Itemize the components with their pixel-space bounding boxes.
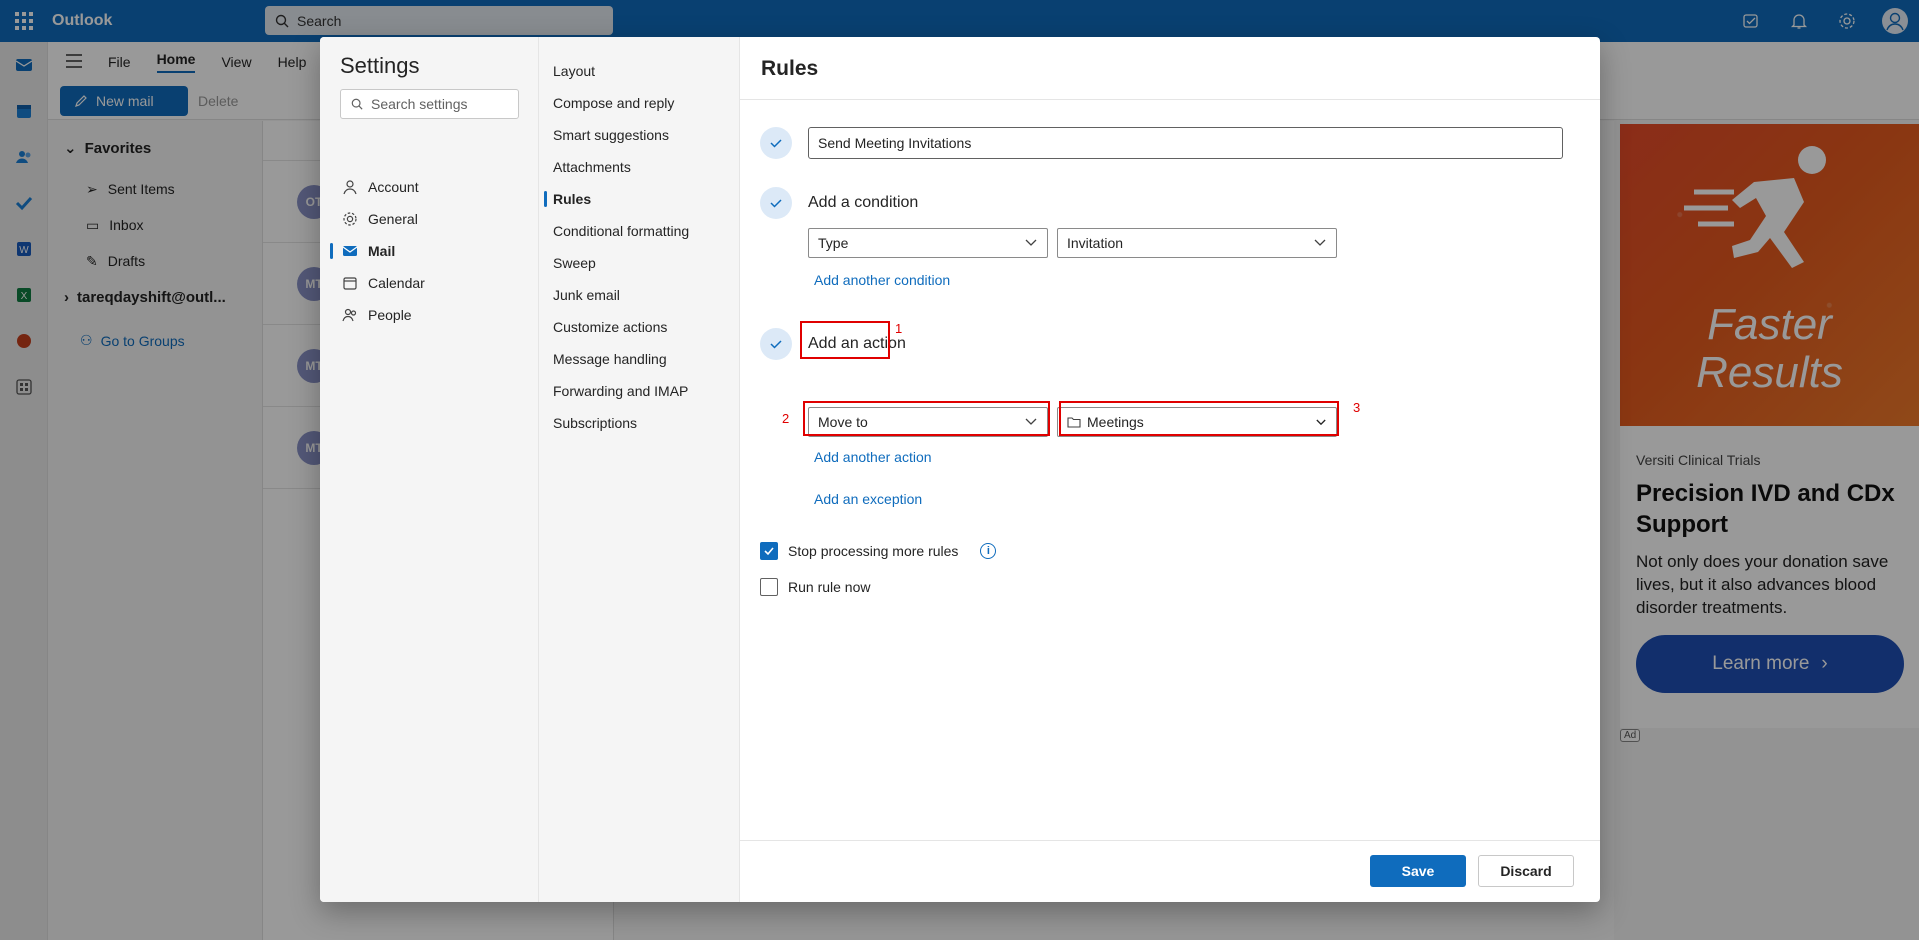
checkmark-icon <box>764 547 774 556</box>
mail-section-subscriptions[interactable]: Subscriptions <box>553 408 733 438</box>
category-label: General <box>368 211 418 227</box>
run-rule-now-checkbox[interactable] <box>760 578 778 596</box>
step-complete-check-icon <box>760 187 792 219</box>
mail-section-compose-and-reply[interactable]: Compose and reply <box>553 88 733 118</box>
add-another-action-link[interactable]: Add another action <box>814 449 932 465</box>
condition-type-dropdown[interactable]: Type <box>808 228 1048 258</box>
highlight-box-2 <box>803 401 1050 436</box>
dropdown-value: Type <box>818 235 849 251</box>
settings-search-placeholder: Search settings <box>371 96 468 112</box>
mail-section-layout[interactable]: Layout <box>553 56 733 86</box>
mail-section-sweep[interactable]: Sweep <box>553 248 733 278</box>
highlight-marker-2: 2 <box>782 411 790 426</box>
mail-settings-nav: Layout Compose and reply Smart suggestio… <box>539 37 740 902</box>
category-label: Mail <box>368 243 396 259</box>
highlight-box-3 <box>1059 401 1339 436</box>
mail-section-rules[interactable]: Rules <box>544 184 733 214</box>
save-button[interactable]: Save <box>1370 855 1466 887</box>
step-complete-check-icon <box>760 328 792 360</box>
dropdown-value: Invitation <box>1067 235 1124 251</box>
footer-divider <box>740 840 1600 841</box>
people-icon <box>342 308 357 322</box>
condition-value-dropdown[interactable]: Invitation <box>1057 228 1337 258</box>
run-rule-now-row[interactable]: Run rule now <box>760 578 871 596</box>
settings-category-calendar[interactable]: Calendar <box>334 268 524 298</box>
settings-category-mail[interactable]: Mail <box>330 236 524 266</box>
add-exception-link[interactable]: Add an exception <box>814 491 922 507</box>
chevron-down-icon <box>1025 239 1037 246</box>
category-label: Account <box>368 179 419 195</box>
chevron-down-icon <box>1314 239 1326 246</box>
run-rule-now-label: Run rule now <box>788 579 871 595</box>
discard-button[interactable]: Discard <box>1478 855 1574 887</box>
search-icon <box>351 98 363 110</box>
settings-category-people[interactable]: People <box>334 300 524 330</box>
mail-section-smart-suggestions[interactable]: Smart suggestions <box>553 120 733 150</box>
category-label: Calendar <box>368 275 425 291</box>
rules-panel: Rules Send Meeting Invitations Add a con… <box>740 37 1600 902</box>
info-icon[interactable]: i <box>980 543 997 559</box>
settings-category-account[interactable]: Account <box>334 172 524 202</box>
rules-title: Rules <box>761 57 819 80</box>
add-another-condition-link[interactable]: Add another condition <box>814 272 950 288</box>
person-icon <box>343 180 357 195</box>
mail-section-message-handling[interactable]: Message handling <box>553 344 733 374</box>
settings-category-general[interactable]: General <box>334 204 524 234</box>
settings-dialog: Settings Search settings Account General… <box>320 37 1600 902</box>
stop-processing-label: Stop processing more rules <box>788 543 959 559</box>
highlight-marker-3: 3 <box>1353 400 1361 415</box>
mail-section-junk-email[interactable]: Junk email <box>553 280 733 310</box>
highlight-box-1 <box>800 321 890 359</box>
title-divider <box>740 99 1600 100</box>
gear-icon <box>343 212 357 226</box>
mail-section-customize-actions[interactable]: Customize actions <box>553 312 733 342</box>
highlight-marker-1: 1 <box>895 321 903 336</box>
category-label: People <box>368 307 412 323</box>
mail-section-conditional-formatting[interactable]: Conditional formatting <box>553 216 733 246</box>
mail-section-attachments[interactable]: Attachments <box>553 152 733 182</box>
settings-category-nav: Settings Search settings Account General… <box>320 37 539 902</box>
add-condition-label: Add a condition <box>808 194 919 211</box>
mail-icon <box>342 246 358 256</box>
mail-section-forwarding-and-imap[interactable]: Forwarding and IMAP <box>553 376 733 406</box>
settings-title: Settings <box>340 53 420 78</box>
settings-search-input[interactable]: Search settings <box>340 89 519 119</box>
stop-processing-row[interactable]: Stop processing more rules i <box>760 542 997 560</box>
rule-name-input[interactable]: Send Meeting Invitations <box>808 127 1563 159</box>
calendar-icon <box>343 277 357 290</box>
step-complete-check-icon <box>760 127 792 159</box>
stop-processing-checkbox[interactable] <box>760 542 778 560</box>
